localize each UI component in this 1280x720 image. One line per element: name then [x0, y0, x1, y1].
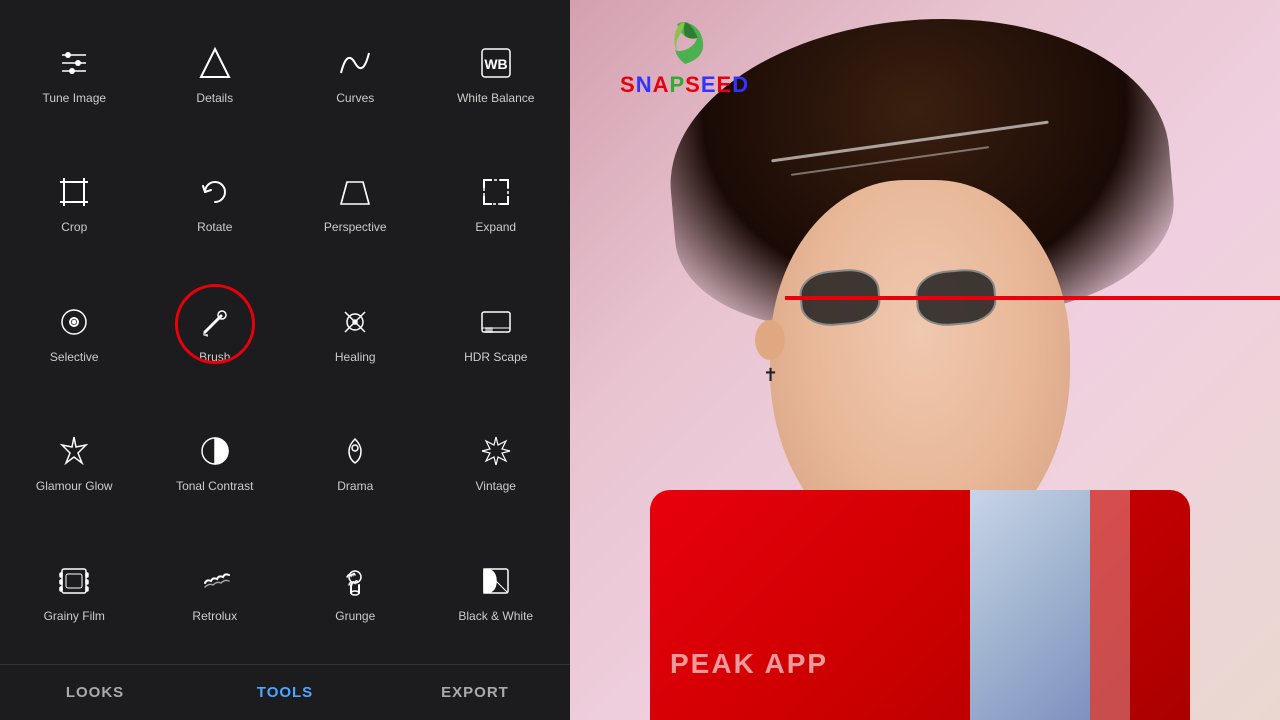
grunge-icon — [333, 559, 377, 603]
rotate-icon — [193, 170, 237, 214]
retrolux-icon — [193, 559, 237, 603]
tool-grainy-film[interactable]: Grainy Film — [4, 526, 145, 656]
snapseed-e: E — [701, 72, 717, 97]
glamour-glow-icon — [52, 429, 96, 473]
perspective-icon — [333, 170, 377, 214]
tool-black-white[interactable]: Black & White — [426, 526, 567, 656]
glamour-glow-label: Glamour Glow — [36, 479, 113, 493]
tool-white-balance[interactable]: WB White Balance — [426, 8, 567, 138]
tool-glamour-glow[interactable]: Glamour Glow — [4, 397, 145, 527]
photo-panel: ✝ PEAK APP SNAPSEED — [570, 0, 1280, 720]
tool-brush[interactable]: Brush — [145, 267, 286, 397]
selective-icon — [52, 300, 96, 344]
tool-retrolux[interactable]: Retrolux — [145, 526, 286, 656]
drama-icon — [333, 429, 377, 473]
tool-healing[interactable]: Healing — [285, 267, 426, 397]
tab-export-label: EXPORT — [441, 684, 509, 701]
shirt-stripe-2 — [1090, 490, 1130, 720]
tools-grid: Tune Image Details Curves WB White Balan… — [0, 0, 570, 664]
shirt-text: PEAK APP — [670, 648, 828, 680]
healing-icon — [333, 300, 377, 344]
vintage-icon — [474, 429, 518, 473]
retrolux-label: Retrolux — [192, 609, 237, 623]
tab-export[interactable]: EXPORT — [380, 684, 570, 701]
tab-tools-label: TOOLS — [257, 684, 313, 701]
tool-crop[interactable]: Crop — [4, 138, 145, 268]
drama-label: Drama — [337, 479, 373, 493]
snapseed-d: D — [732, 72, 749, 97]
earring: ✝ — [763, 365, 778, 386]
tune-image-label: Tune Image — [42, 91, 106, 105]
rotate-label: Rotate — [197, 220, 232, 234]
snapseed-p: P — [669, 72, 685, 97]
bottom-tabs: LOOKS TOOLS EXPORT — [0, 664, 570, 720]
grainy-film-label: Grainy Film — [44, 609, 105, 623]
snapseed-n: N — [636, 72, 653, 97]
brush-label: Brush — [199, 350, 230, 364]
vintage-label: Vintage — [476, 479, 516, 493]
selective-label: Selective — [50, 350, 99, 364]
snapseed-a: A — [653, 72, 670, 97]
white-balance-icon: WB — [474, 41, 518, 85]
snapseed-logo: SNAPSEED — [620, 12, 749, 98]
snapseed-s2: S — [685, 72, 701, 97]
black-white-icon — [474, 559, 518, 603]
glass-right — [914, 267, 998, 329]
tool-vintage[interactable]: Vintage — [426, 397, 567, 527]
crop-icon — [52, 170, 96, 214]
perspective-label: Perspective — [324, 220, 387, 234]
tool-tune-image[interactable]: Tune Image — [4, 8, 145, 138]
sunglasses — [800, 270, 996, 325]
snapseed-s: S — [620, 72, 636, 97]
tool-drama[interactable]: Drama — [285, 397, 426, 527]
tab-looks-label: LOOKS — [66, 684, 124, 701]
tonal-contrast-icon — [193, 429, 237, 473]
healing-label: Healing — [335, 350, 376, 364]
details-icon — [193, 41, 237, 85]
grunge-label: Grunge — [335, 609, 375, 623]
curves-label: Curves — [336, 91, 374, 105]
tool-grunge[interactable]: Grunge — [285, 526, 426, 656]
tools-panel: Tune Image Details Curves WB White Balan… — [0, 0, 570, 720]
snapseed-e2: E — [717, 72, 733, 97]
grainy-film-icon — [52, 559, 96, 603]
hdr-scape-label: HDR Scape — [464, 350, 527, 364]
black-white-label: Black & White — [458, 609, 533, 623]
tune-image-icon — [52, 41, 96, 85]
tool-curves[interactable]: Curves — [285, 8, 426, 138]
glass-bridge — [888, 296, 908, 300]
svg-text:WB: WB — [484, 56, 507, 72]
expand-label: Expand — [475, 220, 516, 234]
tool-tonal-contrast[interactable]: Tonal Contrast — [145, 397, 286, 527]
ear — [755, 320, 785, 360]
brush-icon — [193, 300, 237, 344]
tonal-contrast-label: Tonal Contrast — [176, 479, 253, 493]
tool-hdr-scape[interactable]: HDR Scape — [426, 267, 567, 397]
white-balance-label: White Balance — [457, 91, 534, 105]
shirt-stripe-1 — [970, 490, 1090, 720]
tool-expand[interactable]: Expand — [426, 138, 567, 268]
shirt: PEAK APP — [650, 490, 1190, 720]
tool-rotate[interactable]: Rotate — [145, 138, 286, 268]
hdr-scape-icon — [474, 300, 518, 344]
tab-tools[interactable]: TOOLS — [190, 684, 380, 701]
tool-perspective[interactable]: Perspective — [285, 138, 426, 268]
snapseed-leaf-icon — [655, 12, 715, 72]
tab-looks[interactable]: LOOKS — [0, 684, 190, 701]
tool-selective[interactable]: Selective — [4, 267, 145, 397]
curves-icon — [333, 41, 377, 85]
snapseed-text: SNAPSEED — [620, 72, 749, 98]
details-label: Details — [196, 91, 233, 105]
glass-left — [798, 267, 882, 329]
crop-label: Crop — [61, 220, 87, 234]
expand-icon — [474, 170, 518, 214]
tool-details[interactable]: Details — [145, 8, 286, 138]
